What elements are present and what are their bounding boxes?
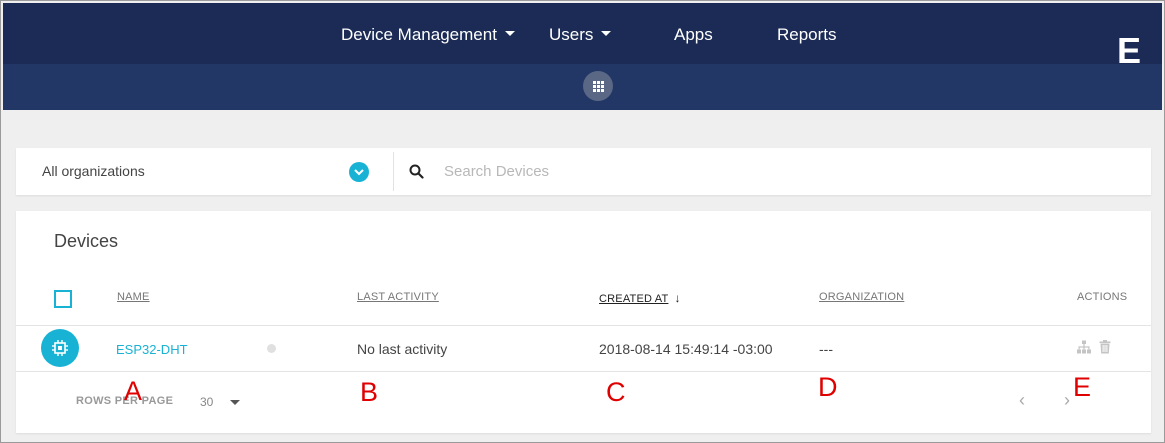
devices-title: Devices bbox=[54, 231, 119, 251]
created-at-cell: 2018-08-14 15:49:14 -03:00 bbox=[599, 341, 773, 357]
annotation-c: C bbox=[606, 377, 626, 407]
annotation-a: A bbox=[124, 376, 143, 406]
apps-grid-button[interactable] bbox=[583, 71, 613, 101]
column-header-actions: ACTIONS bbox=[1077, 291, 1128, 303]
main-nav: Device Management Users Apps Reports bbox=[3, 23, 1162, 47]
device-chip-icon bbox=[41, 329, 79, 367]
last-activity-cell: No last activity bbox=[357, 341, 448, 357]
sort-descending-icon: ↓ bbox=[674, 291, 681, 305]
trash-icon[interactable] bbox=[1099, 340, 1111, 354]
annotation-d: D bbox=[818, 372, 838, 402]
column-header-organization[interactable]: ORGANIZATION bbox=[819, 291, 904, 303]
device-name-link[interactable]: ESP32-DHT bbox=[116, 342, 188, 357]
nav-users[interactable]: Users bbox=[549, 23, 612, 47]
header-divider bbox=[16, 325, 1151, 326]
hierarchy-icon[interactable] bbox=[1077, 340, 1091, 354]
caret-down-icon[interactable] bbox=[230, 400, 240, 405]
annotation-b: B bbox=[360, 377, 379, 407]
nav-device-management-label: Device Management bbox=[341, 25, 497, 44]
top-navbar: Device Management Users Apps Reports E bbox=[3, 3, 1162, 110]
row-divider bbox=[16, 371, 1151, 372]
search-icon bbox=[409, 164, 424, 179]
column-header-created-at[interactable]: CREATED AT ↓ bbox=[599, 291, 681, 305]
screenshot-frame: Device Management Users Apps Reports E A… bbox=[0, 0, 1165, 443]
devices-card: Devices NAME LAST ACTIVITY CREATED AT ↓ O… bbox=[16, 211, 1151, 433]
rows-per-page-select[interactable]: 30 bbox=[200, 395, 213, 409]
organization-dropdown-button[interactable] bbox=[349, 162, 369, 182]
nav-reports-label: Reports bbox=[777, 25, 837, 44]
nav-apps-label: Apps bbox=[674, 25, 713, 44]
filter-bar: All organizations bbox=[16, 148, 1151, 195]
column-header-name[interactable]: NAME bbox=[117, 291, 150, 303]
caret-down-icon bbox=[601, 31, 612, 37]
nav-reports[interactable]: Reports bbox=[777, 23, 837, 47]
column-header-last-activity[interactable]: LAST ACTIVITY bbox=[357, 291, 439, 303]
organization-select-value[interactable]: All organizations bbox=[42, 163, 145, 179]
previous-page-button[interactable]: ‹ bbox=[1019, 390, 1025, 411]
annotation-e: E bbox=[1073, 372, 1092, 402]
filter-divider bbox=[393, 152, 394, 191]
next-page-button[interactable]: › bbox=[1064, 390, 1070, 411]
nav-device-management[interactable]: Device Management bbox=[341, 23, 515, 47]
nav-users-label: Users bbox=[549, 25, 594, 44]
chevron-down-icon bbox=[354, 168, 364, 175]
corner-label: E bbox=[1117, 30, 1142, 71]
column-header-created-at-label: CREATED AT bbox=[599, 293, 669, 305]
nav-apps[interactable]: Apps bbox=[674, 23, 713, 47]
select-all-checkbox[interactable] bbox=[54, 290, 72, 308]
search-devices-input[interactable] bbox=[444, 159, 1124, 183]
organization-cell: --- bbox=[819, 341, 833, 357]
status-dot bbox=[267, 344, 276, 353]
caret-down-icon bbox=[504, 31, 515, 37]
grid-icon bbox=[592, 80, 604, 92]
